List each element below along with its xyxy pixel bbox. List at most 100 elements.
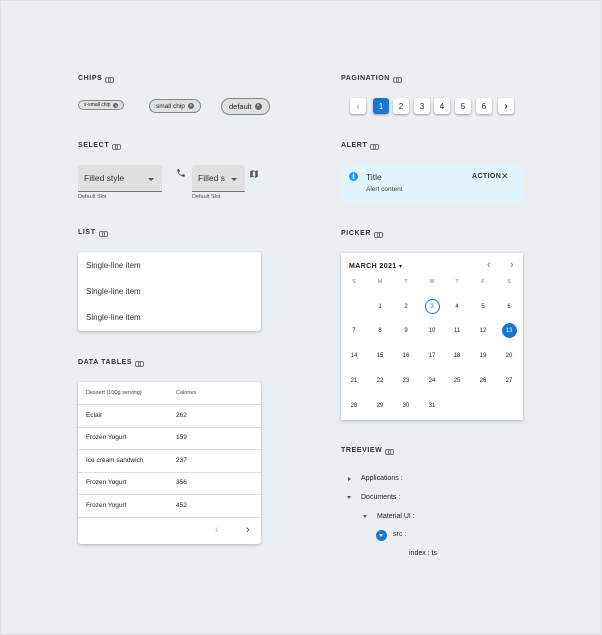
filled-select[interactable]: Filled style: [78, 165, 162, 192]
map-icon: [250, 170, 258, 178]
table-header-calories[interactable]: Calories: [176, 390, 196, 396]
pagination-page-6[interactable]: 6: [476, 98, 492, 114]
day-28[interactable]: 28: [347, 398, 362, 413]
alert-content: Alert content: [366, 186, 403, 193]
chip-close-icon[interactable]: ×: [187, 103, 194, 109]
weekday-label: W: [429, 279, 435, 285]
pagination-page-2[interactable]: 2: [393, 98, 409, 114]
pagination-page-5[interactable]: 5: [455, 98, 471, 114]
chip-x-small[interactable]: x-small chip ×: [78, 100, 125, 110]
day-20[interactable]: 20: [502, 348, 517, 363]
weekday-label: M: [377, 279, 383, 285]
table-cell: 452: [176, 502, 187, 509]
list-item[interactable]: Single-line item: [86, 313, 141, 322]
day-12[interactable]: 12: [476, 323, 491, 338]
day-8[interactable]: 8: [373, 323, 388, 338]
day-5[interactable]: 5: [476, 299, 491, 314]
select-section-title: SELECT: [78, 142, 122, 150]
link-icon[interactable]: [385, 448, 395, 455]
collapse-button-icon[interactable]: [376, 530, 387, 541]
table-prev-page-button[interactable]: ‹: [215, 524, 219, 536]
link-icon[interactable]: [370, 143, 380, 150]
pagination-prev-button[interactable]: ‹: [350, 98, 366, 114]
day-4[interactable]: 4: [450, 299, 465, 314]
day-24[interactable]: 24: [425, 373, 440, 388]
chip-close-icon[interactable]: ×: [254, 103, 262, 110]
day-30[interactable]: 30: [399, 398, 414, 413]
next-month-button[interactable]: ›: [510, 259, 514, 271]
table-cell: 159: [176, 434, 187, 441]
chip-close-icon[interactable]: ×: [113, 102, 119, 108]
filled-select-with-icons[interactable]: Filled s: [192, 165, 245, 192]
pagination-page-4[interactable]: 4: [434, 98, 450, 114]
day-15[interactable]: 15: [373, 348, 388, 363]
alert: i Title Alert content ACTION ✕: [341, 165, 523, 202]
tree-item-index[interactable]: index : ts: [409, 550, 437, 557]
weekday-label: F: [481, 279, 485, 285]
expand-icon[interactable]: [348, 477, 351, 481]
collapse-icon[interactable]: [347, 496, 351, 499]
treeview-section-title: TREEVIEW: [341, 447, 395, 455]
data-table: Dessert (100g serving) Calories Eclair 2…: [78, 382, 261, 544]
day-31[interactable]: 31: [425, 398, 440, 413]
table-cell: Frozen Yogurt: [86, 502, 127, 509]
day-19[interactable]: 19: [476, 348, 491, 363]
day-17[interactable]: 17: [425, 348, 440, 363]
link-icon[interactable]: [105, 76, 115, 83]
prev-month-button[interactable]: ‹: [487, 259, 491, 271]
tree-item-src[interactable]: src :: [393, 531, 406, 538]
link-icon[interactable]: [135, 360, 145, 367]
table-cell: Frozen Yogurt: [86, 434, 127, 441]
dropdown-arrow-icon: [231, 178, 237, 181]
day-11[interactable]: 11: [450, 323, 465, 338]
pagination-page-3[interactable]: 3: [414, 98, 430, 114]
day-21[interactable]: 21: [347, 373, 362, 388]
day-10[interactable]: 10: [425, 323, 440, 338]
day-1[interactable]: 1: [373, 299, 388, 314]
close-icon[interactable]: ✕: [501, 171, 509, 182]
day-16[interactable]: 16: [399, 348, 414, 363]
pagination-page-1[interactable]: 1: [373, 98, 389, 114]
date-picker: MARCH 2021 ▾ ‹ › S M T W T F S 1 2 3 4 5 6 7 8 9 10 11 12 1…: [341, 253, 523, 420]
weekday-label: S: [507, 279, 511, 285]
day-26[interactable]: 26: [476, 373, 491, 388]
list-section-title: LIST: [78, 229, 108, 237]
picker-section-title: PICKER: [341, 230, 384, 238]
table-cell: Ice cream sandwich: [86, 457, 144, 464]
day-27[interactable]: 27: [502, 373, 517, 388]
chip-default[interactable]: default ×: [221, 98, 270, 115]
pagination-next-button[interactable]: ›: [498, 98, 514, 114]
pagination-section-title: PAGINATION: [341, 75, 402, 83]
day-18[interactable]: 18: [450, 348, 465, 363]
tree-item-documents[interactable]: Documents :: [361, 494, 400, 501]
day-6[interactable]: 6: [502, 299, 517, 314]
day-9[interactable]: 9: [399, 323, 414, 338]
chevron-left-icon: ‹: [356, 100, 360, 112]
day-25[interactable]: 25: [450, 373, 465, 388]
table-cell: 262: [176, 412, 187, 419]
day-3[interactable]: 3: [424, 299, 440, 314]
chevron-right-icon: ›: [504, 100, 508, 112]
chip-small[interactable]: small chip ×: [149, 99, 201, 113]
list-item[interactable]: Single-line item: [86, 261, 141, 270]
day-7[interactable]: 7: [347, 323, 362, 338]
list-item[interactable]: Single-line item: [86, 287, 141, 296]
link-icon[interactable]: [98, 230, 108, 237]
tree-item-material-ui[interactable]: Material UI :: [377, 513, 415, 520]
alert-action-button[interactable]: ACTION: [472, 173, 501, 180]
day-13[interactable]: 13: [501, 323, 517, 338]
link-icon[interactable]: [392, 76, 402, 83]
day-14[interactable]: 14: [347, 348, 362, 363]
link-icon[interactable]: [112, 143, 122, 150]
tree-item-applications[interactable]: Applications :: [361, 475, 403, 482]
link-icon[interactable]: [374, 231, 384, 238]
table-next-page-button[interactable]: ›: [246, 524, 250, 536]
day-22[interactable]: 22: [373, 373, 388, 388]
day-23[interactable]: 23: [399, 373, 414, 388]
table-header-dessert[interactable]: Dessert (100g serving): [86, 390, 142, 396]
collapse-icon[interactable]: [363, 515, 367, 518]
day-29[interactable]: 29: [373, 398, 388, 413]
select-hint: Default Slot: [192, 194, 221, 200]
month-year-button[interactable]: MARCH 2021 ▾: [349, 263, 402, 270]
day-2[interactable]: 2: [399, 299, 414, 314]
